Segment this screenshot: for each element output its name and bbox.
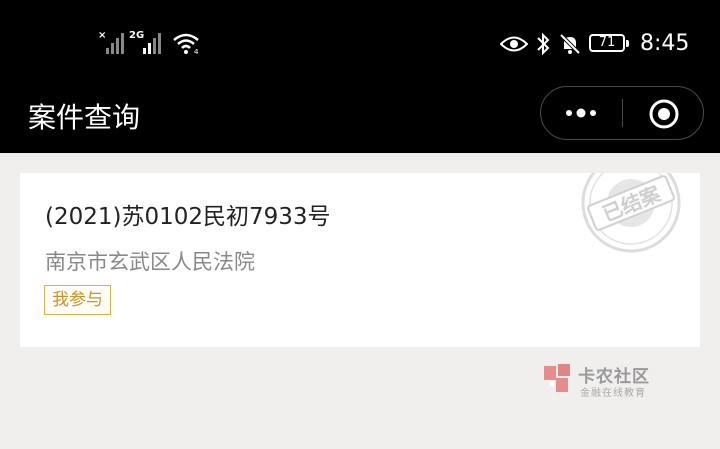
status-bar: × 2G 4 71 8:45: [0, 0, 720, 80]
battery-icon: 71: [589, 34, 629, 52]
court-name: 南京市玄武区人民法院: [45, 250, 255, 274]
role-tag: 我参与: [44, 285, 111, 315]
wifi-icon: 4: [173, 33, 199, 54]
case-closed-stamp: 已结案: [581, 173, 681, 253]
battery-level: 71: [598, 35, 616, 50]
case-number: (2021)苏0102民初7933号: [45, 204, 331, 230]
nav-bar: 案件查询: [0, 80, 720, 153]
mute-bell-icon: [559, 33, 581, 55]
capsule-divider: [622, 99, 623, 127]
watermark-subtitle: 金融在线教育: [580, 388, 646, 399]
mini-program-capsule: [540, 86, 704, 140]
close-target-icon[interactable]: [648, 98, 680, 130]
more-dots-icon[interactable]: [563, 99, 603, 127]
eye-icon: [500, 36, 528, 52]
case-card[interactable]: (2021)苏0102民初7933号 南京市玄武区人民法院 我参与 已结案: [20, 173, 700, 347]
bluetooth-icon: [537, 32, 550, 56]
clock: 8:45: [640, 31, 690, 56]
brand-logo-icon: [544, 364, 570, 392]
svg-text:4: 4: [194, 48, 199, 54]
watermark: 卡农社区 金融在线教育: [540, 360, 670, 400]
page-title: 案件查询: [28, 101, 141, 134]
